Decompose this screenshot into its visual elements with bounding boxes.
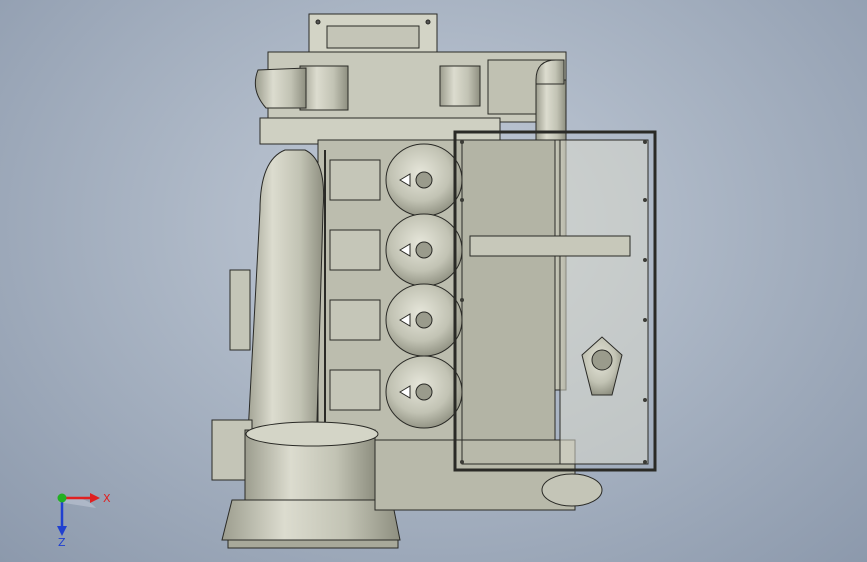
y-axis-dot (57, 493, 67, 503)
oil-pan (374, 439, 576, 511)
x-axis-label: X (103, 492, 111, 505)
graphics-viewport[interactable]: X Z Y (0, 0, 867, 562)
z-axis-arrow (57, 498, 67, 536)
engine-assembly-model[interactable] (0, 0, 867, 562)
z-axis-label: Z (58, 536, 66, 548)
coordinate-triad: X Z Y (57, 492, 111, 548)
